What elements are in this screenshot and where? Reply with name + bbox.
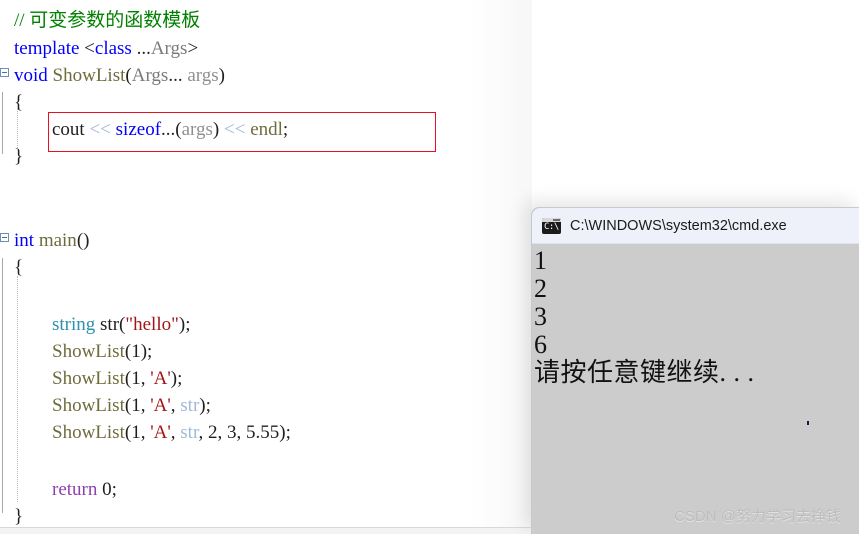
code-token: ); bbox=[199, 395, 211, 416]
code-token: 1, bbox=[131, 368, 151, 389]
editor-bottom-edge bbox=[0, 527, 532, 534]
code-token: { bbox=[14, 257, 24, 278]
code-token: ... bbox=[136, 38, 151, 59]
code-token: 'A' bbox=[150, 395, 171, 416]
code-line-content: ShowList(1, 'A'); bbox=[0, 366, 182, 391]
code-line: ShowList(1, 'A', str, 2, 3, 5.55); bbox=[0, 420, 291, 445]
code-token: ); bbox=[279, 422, 291, 443]
code-token: ) bbox=[218, 65, 225, 86]
code-line: } bbox=[0, 504, 23, 527]
code-token: Args bbox=[131, 65, 169, 86]
code-line-content: } bbox=[0, 504, 23, 527]
code-token: , bbox=[170, 395, 181, 416]
console-artifact-dot bbox=[807, 421, 809, 425]
code-token: , bbox=[170, 422, 181, 443]
code-line: { bbox=[0, 90, 23, 115]
code-token: 'A' bbox=[150, 368, 171, 389]
code-token: 1, bbox=[131, 395, 151, 416]
code-line: { bbox=[0, 255, 23, 280]
code-token: ... bbox=[168, 65, 188, 86]
code-token: { bbox=[14, 92, 24, 113]
code-token: args bbox=[187, 65, 219, 86]
code-token: , 2, 3, 5.55 bbox=[198, 422, 280, 443]
scope-bar bbox=[2, 258, 3, 513]
code-line-content: { bbox=[0, 255, 23, 280]
code-line-content: ShowList(1, 'A', str); bbox=[0, 393, 211, 418]
code-token: ShowList bbox=[52, 368, 125, 389]
scope-bar bbox=[2, 92, 3, 154]
console-output-line: 6 bbox=[534, 330, 548, 359]
code-token: ; bbox=[111, 479, 117, 500]
code-line-content: ShowList(1, 'A', str, 2, 3, 5.55); bbox=[0, 420, 291, 445]
code-token: 1 bbox=[131, 341, 141, 362]
code-token: str bbox=[180, 395, 200, 416]
code-line: void ShowList(Args... args) bbox=[0, 63, 225, 88]
code-line-content: template <class ...Args> bbox=[0, 36, 198, 61]
code-token: ShowList bbox=[52, 422, 125, 443]
code-token: template bbox=[14, 38, 85, 59]
code-token: ); bbox=[170, 368, 183, 389]
collapse-toggle-icon[interactable] bbox=[0, 233, 9, 242]
console-output-line: 2 bbox=[534, 274, 548, 303]
code-line: } bbox=[0, 144, 23, 169]
code-line: int main() bbox=[0, 228, 89, 253]
code-token: ShowList bbox=[52, 395, 125, 416]
code-token: ); bbox=[178, 314, 191, 335]
code-line-content: ShowList(1); bbox=[0, 339, 152, 364]
code-token: int bbox=[14, 230, 39, 251]
code-editor[interactable]: // 可变参数的函数模板 template <class ...Args> void… bbox=[0, 0, 532, 527]
code-line-content: // 可变参数的函数模板 bbox=[0, 8, 200, 33]
code-line: ShowList(1); bbox=[0, 339, 152, 364]
code-token: "hello" bbox=[125, 314, 179, 335]
code-token: ShowList bbox=[52, 65, 126, 86]
code-token: 'A' bbox=[150, 422, 171, 443]
editor-right-fade bbox=[470, 0, 532, 527]
code-token: str bbox=[100, 314, 120, 335]
screenshot-root: // 可变参数的函数模板 template <class ...Args> void… bbox=[0, 0, 859, 534]
code-token: Args bbox=[150, 38, 188, 59]
console-output-line: 请按任意键继续. . . bbox=[534, 358, 755, 387]
code-token: return bbox=[52, 479, 103, 500]
code-line: // 可变参数的函数模板 bbox=[0, 8, 200, 33]
code-token: string bbox=[52, 314, 101, 335]
code-token: 0 bbox=[102, 479, 112, 500]
cmd-icon-prompt-glyph: C:\ bbox=[544, 221, 559, 232]
code-line-content: int main() bbox=[0, 228, 89, 253]
code-token: 1, bbox=[131, 422, 151, 443]
code-line: string str("hello"); bbox=[0, 312, 190, 337]
csdn-watermark: CSDN @努力学习去挣钱 bbox=[674, 508, 841, 525]
code-line: ShowList(1, 'A', str); bbox=[0, 393, 211, 418]
cmd-icon: C:\ bbox=[542, 217, 561, 234]
cout-sizeof-highlight-box bbox=[48, 112, 436, 152]
console-window[interactable]: C:\ C:\WINDOWS\system32\cmd.exe 1 2 3 6 请按任意… bbox=[531, 207, 859, 534]
code-token: class bbox=[94, 38, 137, 59]
indent-guide-line bbox=[17, 276, 18, 502]
code-token: main bbox=[38, 230, 77, 251]
code-line: template <class ...Args> bbox=[0, 36, 198, 61]
collapse-toggle-icon[interactable] bbox=[0, 68, 9, 77]
console-output-line: 1 bbox=[534, 246, 548, 275]
console-output-area[interactable]: 1 2 3 6 请按任意键继续. . . CSDN @努力学习去挣钱 bbox=[532, 244, 859, 534]
code-token: () bbox=[76, 230, 90, 251]
console-output-line: 3 bbox=[534, 302, 548, 331]
code-token: str bbox=[180, 422, 199, 443]
console-output-lines: 1 2 3 6 请按任意键继续. . . bbox=[534, 247, 859, 387]
code-line-content: } bbox=[0, 144, 23, 169]
console-titlebar[interactable]: C:\ C:\WINDOWS\system32\cmd.exe bbox=[532, 208, 859, 244]
code-token: < bbox=[84, 38, 95, 59]
code-line-content: void ShowList(Args... args) bbox=[0, 63, 225, 88]
code-line-content: { bbox=[0, 90, 23, 115]
indent-guide-line bbox=[17, 108, 18, 150]
code-line-content: string str("hello"); bbox=[0, 312, 190, 337]
code-token: ); bbox=[140, 341, 153, 362]
code-token: ShowList bbox=[52, 341, 125, 362]
code-token: } bbox=[14, 506, 24, 527]
code-token: } bbox=[14, 146, 24, 167]
code-line: ShowList(1, 'A'); bbox=[0, 366, 182, 391]
code-token: // 可变参数的函数模板 bbox=[14, 10, 201, 31]
code-token: void bbox=[14, 65, 53, 86]
code-token: > bbox=[187, 38, 199, 59]
console-title: C:\WINDOWS\system32\cmd.exe bbox=[570, 217, 787, 234]
